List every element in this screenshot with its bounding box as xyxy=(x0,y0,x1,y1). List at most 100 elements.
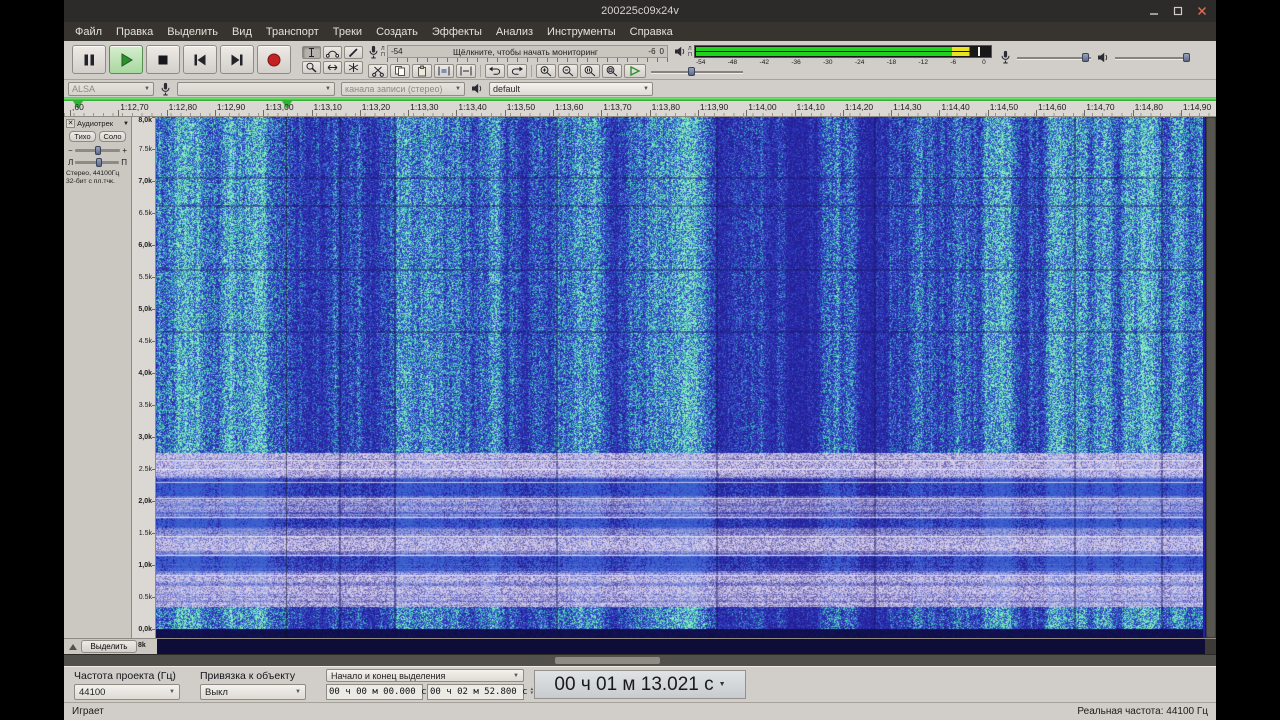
menu-item-4[interactable]: Транспорт xyxy=(259,24,326,40)
recording-channels-combo[interactable]: канала записи (стерео) ▼ xyxy=(341,81,465,96)
selection-mode-combo[interactable]: Начало и конец выделения ▼ xyxy=(326,669,524,682)
dropdown-arrow-icon: ▼ xyxy=(455,85,461,92)
selection-start-value: 00 ч 00 м 00.000 с xyxy=(329,687,427,697)
selection-start-field[interactable]: 00 ч 00 м 00.000 с ▲▼ xyxy=(326,684,432,700)
skip-to-start-button[interactable] xyxy=(183,45,217,74)
gain-plus-label: + xyxy=(122,145,127,155)
selection-end-field[interactable]: 00 ч 02 м 52.800 с ▲ ▼ xyxy=(427,684,533,700)
gain-thumb[interactable] xyxy=(95,145,102,155)
playback-volume-slider[interactable] xyxy=(1115,52,1191,63)
track-name[interactable]: Аудиотрек xyxy=(77,119,113,128)
envelope-tool-button[interactable] xyxy=(323,46,342,59)
gain-slider[interactable]: − + xyxy=(66,144,129,156)
spinner-icon[interactable]: ▲▼ xyxy=(531,687,534,696)
toolbar-separator xyxy=(531,65,532,77)
multi-tool-button[interactable] xyxy=(344,61,363,74)
monitoring-message[interactable]: Щёлкните, чтобы начать мониторинг xyxy=(407,47,645,57)
redo-button[interactable] xyxy=(507,64,527,78)
pan-thumb[interactable] xyxy=(95,157,102,167)
recording-meter[interactable]: Л П -54 Щёлкните, чтобы начать мониторин… xyxy=(368,45,668,65)
quickplay-strip[interactable] xyxy=(64,98,1216,101)
frequency-ruler[interactable]: 8,0k 7.5k 7,0k 6.5k 6,0k 5.5k 5,0k 4.5k 4,0k 3.5k… xyxy=(132,117,156,638)
paste-button[interactable] xyxy=(412,64,432,78)
copy-button[interactable] xyxy=(390,64,410,78)
play-at-speed-button[interactable] xyxy=(624,64,646,78)
recording-device-combo[interactable]: ▼ xyxy=(177,81,335,96)
frequency-tick xyxy=(152,277,155,278)
project-rate-value: 44100 xyxy=(79,686,106,698)
stop-button[interactable] xyxy=(146,45,180,74)
project-rate-label: Частота проекта (Гц) xyxy=(74,670,176,682)
horizontal-scrollbar[interactable] xyxy=(64,654,1216,666)
playback-device-combo[interactable]: default ▼ xyxy=(489,81,653,96)
timeshift-tool-button[interactable] xyxy=(323,61,342,74)
frequency-label: 0,0k xyxy=(138,626,152,633)
play-button[interactable] xyxy=(109,45,143,74)
frequency-tick xyxy=(152,181,155,182)
skip-to-end-button[interactable] xyxy=(220,45,254,74)
zoom-in-button[interactable] xyxy=(536,64,556,78)
minimize-button[interactable] xyxy=(1148,5,1160,17)
collapse-track-button[interactable] xyxy=(68,642,78,652)
snap-combo[interactable]: Выкл ▼ xyxy=(200,684,306,700)
track-menu-arrow-icon[interactable]: ▼ xyxy=(123,121,129,127)
audio-position-display[interactable]: 00 ч 01 м 13.021 с ▼ xyxy=(534,670,746,699)
menu-item-9[interactable]: Инструменты xyxy=(540,24,623,40)
timeline-label: 1:12,70 xyxy=(120,102,149,112)
timeline-ruler[interactable]: ,60 1:12,70 1:12,80 1:12,90 1:13,00 1:13,10 1:… xyxy=(64,98,1216,117)
timeline-tick xyxy=(311,110,313,116)
close-button[interactable] xyxy=(1196,5,1208,17)
recording-volume-slider[interactable] xyxy=(1017,52,1091,63)
draw-tool-button[interactable] xyxy=(344,46,363,59)
menu-item-7[interactable]: Эффекты xyxy=(425,24,489,40)
timeline-label: 1:14,20 xyxy=(844,102,874,112)
frequency-label: 4,0k xyxy=(138,370,152,377)
silence-button[interactable] xyxy=(456,64,476,78)
spectrogram-canvas[interactable] xyxy=(156,117,1203,638)
menu-item-0[interactable]: Файл xyxy=(68,24,109,40)
zoom-fit-button[interactable] xyxy=(602,64,622,78)
menu-item-3[interactable]: Вид xyxy=(225,24,259,40)
maximize-button[interactable] xyxy=(1172,5,1184,17)
track-control-panel: ✕ Аудиотрек ▼ Тихо Соло − + Л П Стерео, … xyxy=(64,117,132,638)
trim-outside-button[interactable] xyxy=(434,64,454,78)
horizontal-scrollbar-handle[interactable] xyxy=(555,657,660,664)
playback-speed-thumb[interactable] xyxy=(687,66,695,76)
zoom-selection-button[interactable] xyxy=(580,64,600,78)
selection-tool-button[interactable] xyxy=(302,46,321,59)
menu-item-10[interactable]: Справка xyxy=(623,24,680,40)
snap-label: Привязка к объекту xyxy=(200,670,296,682)
cut-button[interactable] xyxy=(368,64,388,78)
menu-item-8[interactable]: Анализ xyxy=(489,24,540,40)
vertical-scrollbar-handle[interactable] xyxy=(1207,118,1215,637)
pause-button[interactable] xyxy=(72,45,106,74)
timeline-label: 1:13,70 xyxy=(603,102,632,112)
menu-item-5[interactable]: Треки xyxy=(326,24,369,40)
project-rate-combo[interactable]: 44100 ▼ xyxy=(74,684,180,700)
timeline-label: ,60 xyxy=(72,102,84,112)
solo-button[interactable]: Соло xyxy=(99,131,126,142)
timeline-tick xyxy=(939,110,941,116)
pan-slider[interactable]: Л П xyxy=(66,156,129,168)
menu-item-2[interactable]: Выделить xyxy=(160,24,225,40)
timeline-tick xyxy=(456,110,458,116)
playback-volume-thumb[interactable] xyxy=(1183,52,1191,62)
host-combo[interactable]: ALSA ▼ xyxy=(68,81,154,96)
menu-item-6[interactable]: Создать xyxy=(369,24,425,40)
menu-item-1[interactable]: Правка xyxy=(109,24,160,40)
playback-speed-slider[interactable] xyxy=(651,66,743,77)
record-button[interactable] xyxy=(257,45,291,74)
timeline-tick xyxy=(746,110,748,116)
track-close-button[interactable]: ✕ xyxy=(66,119,75,128)
zoom-tool-button[interactable] xyxy=(302,61,321,74)
zoom-out-button[interactable] xyxy=(558,64,578,78)
recording-volume-thumb[interactable] xyxy=(1082,52,1090,62)
frequency-tick xyxy=(152,565,155,566)
mute-button[interactable]: Тихо xyxy=(69,131,96,142)
vertical-scrollbar[interactable] xyxy=(1205,117,1216,638)
timeline-label: 1:14,50 xyxy=(989,102,1019,112)
playback-meter[interactable]: Л П -54 -48 -42 -36 -30 -24 -18 -12 -6 0 xyxy=(674,45,992,66)
select-track-button[interactable]: Выделить xyxy=(81,640,137,653)
undo-button[interactable] xyxy=(485,64,505,78)
spectrogram-view[interactable] xyxy=(156,117,1205,638)
